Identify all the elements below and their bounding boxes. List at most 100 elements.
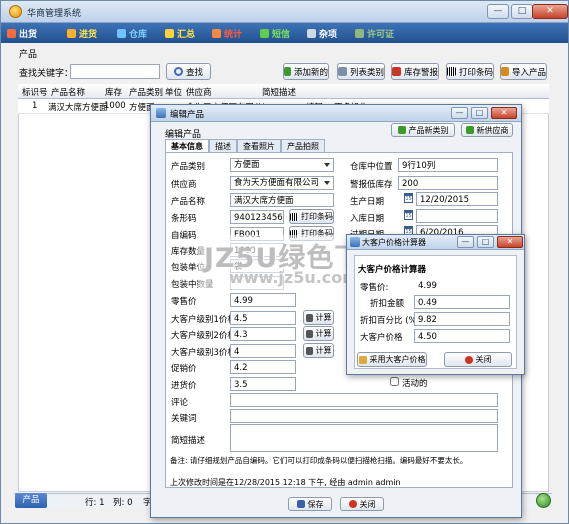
maximize-button[interactable]: □ bbox=[511, 4, 533, 19]
brief-description-input[interactable] bbox=[230, 424, 498, 452]
edit-dialog-maximize-button[interactable]: □ bbox=[471, 107, 488, 119]
menu-statistics-label: 统计 bbox=[224, 29, 243, 40]
menu-ship[interactable]: 出货 bbox=[7, 26, 37, 40]
location-input[interactable]: 9行10列 bbox=[398, 158, 498, 172]
list-categories-button[interactable]: 列表类别 bbox=[337, 63, 385, 80]
discount-percent-input[interactable]: 9.82 bbox=[414, 312, 510, 326]
keywords-input[interactable] bbox=[230, 409, 498, 423]
import-products-button[interactable]: 导入产品 bbox=[500, 63, 547, 80]
cost-price-label: 进货价 bbox=[171, 381, 197, 391]
in-date-input[interactable] bbox=[416, 209, 498, 223]
col-unit[interactable]: 单位 bbox=[165, 86, 182, 98]
min-stock-input[interactable]: 200 bbox=[398, 176, 498, 190]
find-button[interactable]: 查找 bbox=[166, 63, 211, 80]
code-planning-note: 备注: 请仔细规划产品自编码。它们可以打印成条码以便扫描枪扫描。编码最好不要太长… bbox=[170, 456, 468, 465]
menu-purchase[interactable]: 进货 bbox=[67, 26, 97, 40]
calendar-icon[interactable]: 15 bbox=[404, 210, 413, 220]
add-new-button[interactable]: 添加新的 bbox=[283, 63, 329, 80]
title-bar[interactable]: 华商管理系统 — □ ✕ bbox=[1, 1, 568, 23]
calc-button-2-label: 计算 bbox=[315, 329, 332, 338]
calc-maximize-button[interactable]: □ bbox=[477, 236, 494, 248]
import-icon bbox=[501, 67, 509, 76]
col-stock[interactable]: 库存 bbox=[105, 86, 122, 98]
calendar-icon[interactable]: 15 bbox=[404, 193, 413, 203]
tab-take-photo[interactable]: 产品拍照 bbox=[281, 139, 325, 152]
tab-view-photos[interactable]: 查看照片 bbox=[237, 139, 281, 152]
calc-button-2[interactable]: 计算 bbox=[303, 326, 334, 341]
calc-close-icon[interactable]: ✕ bbox=[497, 236, 523, 248]
tab-basic-info[interactable]: 基本信息 bbox=[165, 139, 209, 153]
calculator-icon bbox=[305, 346, 313, 355]
production-date-label: 生产日期 bbox=[350, 197, 385, 207]
calc-minimize-button[interactable]: — bbox=[457, 236, 474, 248]
col-category[interactable]: 产品类别 bbox=[129, 86, 163, 98]
menu-warehouse[interactable]: 仓库 bbox=[117, 26, 147, 40]
apply-vip-price-label: 采用大客户价格 bbox=[369, 355, 426, 364]
vip1-price-input[interactable]: 4.5 bbox=[230, 311, 296, 325]
apply-vip-price-button[interactable]: 采用大客户价格 bbox=[357, 352, 427, 367]
vip-price-label: 大客户价格 bbox=[360, 333, 403, 343]
edit-dialog-close-icon[interactable]: ✕ bbox=[491, 107, 517, 119]
menu-summary[interactable]: 汇总 bbox=[165, 26, 195, 40]
supplier-select[interactable]: 食为天方便面有限公司 bbox=[230, 176, 334, 190]
vip-price-input[interactable]: 4.50 bbox=[414, 329, 510, 343]
discount-amount-label: 折扣金额 bbox=[370, 299, 405, 309]
retail-price-input[interactable]: 4.99 bbox=[230, 293, 296, 307]
edit-dialog-minimize-button[interactable]: — bbox=[451, 107, 468, 119]
status-tab-products[interactable]: 产品 bbox=[15, 493, 47, 508]
print-barcode-button-1[interactable]: 打印条码 bbox=[289, 209, 334, 224]
menu-sms-label: 短信 bbox=[272, 29, 291, 40]
menu-ship-label: 出货 bbox=[19, 29, 38, 40]
minimize-button[interactable]: — bbox=[487, 4, 509, 19]
ship-icon bbox=[7, 28, 16, 38]
col-description[interactable]: 简短描述 bbox=[262, 86, 296, 98]
category-select[interactable]: 方便面 bbox=[230, 158, 334, 172]
product-name-input[interactable]: 满汉大席方便面 bbox=[230, 193, 334, 207]
col-supplier[interactable]: 供应商 bbox=[186, 86, 212, 98]
menu-statistics[interactable]: 统计 bbox=[212, 26, 242, 40]
print-barcode-button[interactable]: 打印条码 bbox=[446, 63, 494, 80]
new-supplier-button[interactable]: 新供应商 bbox=[461, 123, 513, 137]
calc-dialog-title-bar[interactable]: 大客户价格计算器 — □ ✕ bbox=[347, 235, 524, 250]
tab-description[interactable]: 描述 bbox=[209, 139, 237, 152]
calculator-icon bbox=[305, 329, 313, 338]
col-id[interactable]: 标识号 bbox=[22, 86, 48, 98]
menu-misc[interactable]: 杂项 bbox=[307, 26, 337, 40]
comment-input[interactable] bbox=[230, 393, 498, 407]
calc-retail-label: 零售价: bbox=[360, 283, 389, 293]
menu-sms[interactable]: 短信 bbox=[260, 26, 290, 40]
vip3-price-input[interactable]: 4 bbox=[230, 344, 296, 358]
edit-dialog-title-bar[interactable]: 编辑产品 — □ ✕ bbox=[151, 105, 521, 122]
license-icon bbox=[355, 28, 364, 38]
close-dialog-button[interactable]: 关闭 bbox=[340, 497, 384, 511]
col-name[interactable]: 产品名称 bbox=[51, 86, 85, 98]
barcode-icon bbox=[447, 67, 456, 76]
new-category-button[interactable]: 产品新类别 bbox=[391, 123, 455, 137]
promo-price-input[interactable]: 4.2 bbox=[230, 360, 296, 374]
production-date-input[interactable]: 12/20/2015 bbox=[416, 192, 498, 206]
calc-button-3[interactable]: 计算 bbox=[303, 343, 334, 358]
calc-retail-value: 4.99 bbox=[418, 281, 437, 291]
active-checkbox[interactable] bbox=[390, 377, 399, 386]
save-button[interactable]: 保存 bbox=[288, 497, 332, 511]
list-icon bbox=[338, 67, 347, 76]
vip2-price-input[interactable]: 4.3 bbox=[230, 327, 296, 341]
stock-alert-button[interactable]: 库存警报 bbox=[391, 63, 439, 80]
window-title: 华商管理系统 bbox=[27, 9, 82, 19]
app-logo-icon bbox=[9, 5, 22, 18]
plus-icon bbox=[397, 126, 406, 134]
discount-percent-label: 折扣百分比 (%) bbox=[360, 316, 420, 326]
close-button[interactable]: ✕ bbox=[532, 4, 568, 19]
purchase-icon bbox=[67, 28, 76, 38]
menu-license-label: 许可证 bbox=[367, 29, 395, 40]
main-menu-bar: 出货 进货 仓库 汇总 统计 短信 杂项 许可证 bbox=[1, 23, 568, 43]
calc-button-1[interactable]: 计算 bbox=[303, 310, 334, 325]
barcode-input[interactable]: 940123456789 bbox=[230, 210, 284, 224]
calc-close-button[interactable]: 关闭 bbox=[444, 352, 512, 367]
discount-amount-input[interactable]: 0.49 bbox=[414, 295, 510, 309]
search-input[interactable] bbox=[70, 64, 160, 79]
menu-license[interactable]: 许可证 bbox=[355, 26, 394, 40]
cost-price-input[interactable]: 3.5 bbox=[230, 377, 296, 391]
keywords-label: 关键词 bbox=[171, 414, 197, 424]
add-new-label: 添加新的 bbox=[293, 67, 328, 78]
